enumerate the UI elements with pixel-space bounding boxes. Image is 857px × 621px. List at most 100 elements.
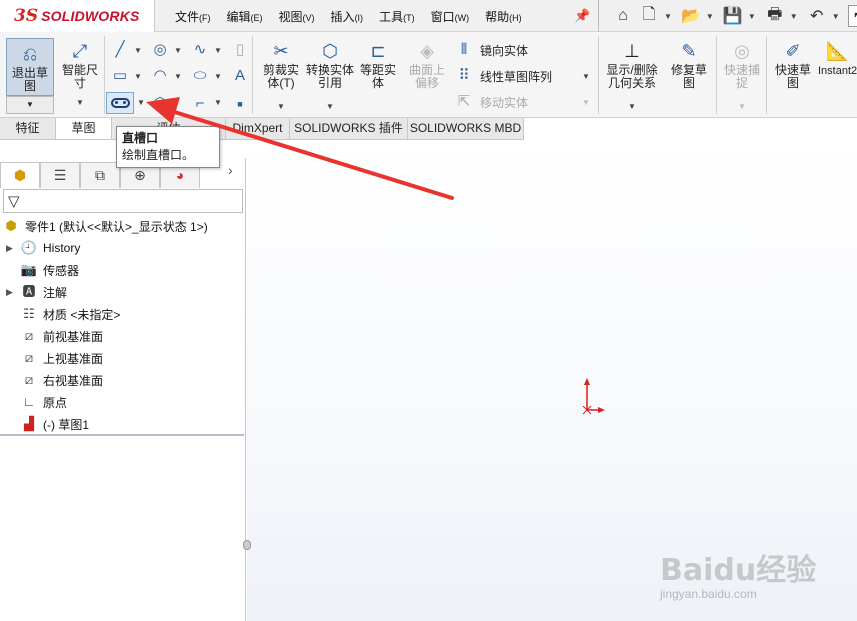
- tree-item-history[interactable]: ▶ 🕘 History: [6, 238, 80, 258]
- home-icon[interactable]: ⌂: [612, 5, 634, 27]
- tab-dimxpert[interactable]: DimXpert: [226, 118, 290, 139]
- instant2d-icon: 📐: [826, 41, 849, 61]
- ribbon-separator: [766, 36, 767, 114]
- chevron-down-icon[interactable]: ▼: [628, 102, 636, 111]
- tab-solidworks-mbd[interactable]: SOLIDWORKS MBD: [408, 118, 524, 139]
- baidu-watermark: Baidu经验 jingyan.baidu.com: [660, 535, 850, 605]
- display-delete-relations-button[interactable]: ⊥ 显示/删除几何关系: [602, 40, 662, 90]
- rapid-sketch-button[interactable]: ✐ 快速草图: [770, 40, 816, 90]
- chevron-down-icon[interactable]: ▼: [664, 12, 672, 21]
- tree-item-origin[interactable]: ∟ 原点: [20, 392, 67, 412]
- tree-item-right-plane[interactable]: ⧄ 右视基准面: [20, 370, 103, 390]
- tree-item-material[interactable]: ☷ 材质 <未指定>: [20, 304, 120, 324]
- instant2d-button[interactable]: 📐 Instant2D: [818, 40, 857, 78]
- menu-file[interactable]: 文件(F): [175, 8, 211, 25]
- tree-item-sketch1[interactable]: ▟ (-) 草图1: [20, 414, 89, 434]
- tab-sketch[interactable]: 草图: [56, 118, 112, 139]
- chevron-down-icon[interactable]: ▼: [706, 12, 714, 21]
- chevron-down-icon[interactable]: ▼: [214, 72, 222, 81]
- chevron-down-icon[interactable]: ▼: [214, 98, 222, 107]
- new-document-icon[interactable]: 🗋: [638, 5, 660, 27]
- chevron-down-icon[interactable]: ▼: [174, 72, 182, 81]
- title-bar: 3S SOLIDWORKS 文件(F) 编辑(E) 视图(V) 插入(I) 工具…: [0, 0, 857, 32]
- straight-slot-button[interactable]: [106, 92, 134, 114]
- annotation-icon: 🅰: [22, 284, 36, 299]
- tab-features[interactable]: 特征: [0, 118, 56, 139]
- point-icon[interactable]: ■: [230, 94, 250, 114]
- chevron-down-icon[interactable]: ▼: [277, 102, 285, 111]
- linear-pattern-button[interactable]: 线性草图阵列: [480, 68, 552, 85]
- fillet-icon[interactable]: ⌐: [190, 94, 210, 114]
- configuration-icon: ⧉: [95, 167, 105, 183]
- chevron-down-icon: ▼: [582, 98, 590, 107]
- repair-sketch-icon: ✎: [681, 41, 697, 61]
- move-entities-button: 移动实体: [480, 96, 529, 110]
- tooltip-straight-slot: 直槽口 绘制直槽口。: [116, 126, 220, 168]
- chevron-down-icon[interactable]: ▼: [748, 12, 756, 21]
- quick-snap-label: 快速捕捉: [723, 63, 760, 90]
- exit-sketch-button[interactable]: ⎌ 退出草图: [6, 38, 54, 96]
- chevron-down-icon[interactable]: ▼: [137, 98, 145, 107]
- convert-entities-button[interactable]: ⬡ 转换实体引用: [306, 40, 354, 90]
- linear-pattern-icon[interactable]: ⠿: [454, 66, 474, 86]
- trim-entities-button[interactable]: ✂ 剪裁实体(T): [258, 40, 304, 90]
- tree-item-label: 上视基准面: [43, 351, 104, 366]
- chevron-right-icon[interactable]: ›: [228, 162, 233, 178]
- polygon-icon[interactable]: ⬡: [150, 94, 170, 114]
- tree-item-front-plane[interactable]: ⧄ 前视基准面: [20, 326, 103, 346]
- print-icon[interactable]: 🖶: [764, 5, 786, 27]
- chevron-down-icon[interactable]: ▼: [582, 72, 590, 81]
- open-folder-icon[interactable]: 📂: [680, 5, 702, 27]
- ribbon-separator: [104, 36, 105, 114]
- app-logo[interactable]: 3S SOLIDWORKS: [0, 0, 155, 32]
- exit-sketch-dropdown[interactable]: ▼: [6, 96, 54, 114]
- arc-icon[interactable]: ◠: [150, 66, 170, 86]
- menu-help[interactable]: 帮助(H): [485, 8, 522, 25]
- convert-icon: ⬡: [322, 41, 338, 61]
- property-manager-tab[interactable]: ☰: [40, 162, 80, 188]
- text-icon[interactable]: A: [230, 66, 250, 86]
- chevron-down-icon[interactable]: ▼: [790, 12, 798, 21]
- panel-collapse-handle[interactable]: [243, 540, 251, 550]
- expand-arrow-icon[interactable]: ▶: [6, 243, 16, 254]
- menu-insert[interactable]: 插入(I): [331, 8, 364, 25]
- menu-view[interactable]: 视图(V): [279, 8, 315, 25]
- expand-arrow-icon[interactable]: ▶: [6, 287, 16, 298]
- repair-sketch-button[interactable]: ✎ 修复草图: [666, 40, 712, 90]
- tree-item-annotations[interactable]: ▶ 🅰 注解: [6, 282, 67, 302]
- circle-icon[interactable]: ◎: [150, 40, 170, 60]
- menu-edit[interactable]: 编辑(E): [227, 8, 263, 25]
- sensor-icon: 📷: [20, 262, 38, 277]
- chevron-down-icon[interactable]: ▼: [174, 46, 182, 55]
- mirror-icon[interactable]: ⫴: [454, 40, 474, 60]
- offset-entities-button[interactable]: ⊏ 等距实体: [356, 40, 400, 90]
- tree-root-part[interactable]: ⬢ 零件1 (默认<<默认>_显示状态 1>): [2, 216, 207, 236]
- line-icon[interactable]: ╱: [110, 40, 130, 60]
- save-icon[interactable]: 💾: [722, 5, 744, 27]
- chevron-down-icon[interactable]: ▼: [134, 46, 142, 55]
- tab-solidworks-addins[interactable]: SOLIDWORKS 插件: [290, 118, 408, 139]
- chevron-down-icon[interactable]: ▼: [214, 46, 222, 55]
- tree-rollback-bar[interactable]: [0, 434, 244, 436]
- tree-filter-input[interactable]: ▽: [3, 189, 243, 213]
- chevron-down-icon[interactable]: ▼: [832, 12, 840, 21]
- ribbon-separator: [598, 36, 599, 114]
- mirror-entities-button[interactable]: 镜向实体: [480, 42, 528, 59]
- chevron-down-icon[interactable]: ▼: [326, 102, 334, 111]
- chevron-down-icon[interactable]: ▼: [76, 98, 84, 107]
- slot-icon: [111, 98, 130, 108]
- chevron-down-icon[interactable]: ▼: [134, 72, 142, 81]
- feature-manager-tab[interactable]: ⬢: [0, 162, 40, 188]
- smart-dimension-button[interactable]: ⤢ 智能尺寸: [58, 40, 102, 90]
- pin-icon[interactable]: 📌: [574, 8, 590, 23]
- rectangle-icon[interactable]: ▭: [110, 66, 130, 86]
- undo-icon[interactable]: ↶: [806, 5, 828, 27]
- configuration-manager-tab[interactable]: ⧉: [80, 162, 120, 188]
- select-cursor-icon[interactable]: ↖: [847, 5, 857, 27]
- ellipse-icon[interactable]: ⬭: [190, 66, 210, 86]
- menu-window[interactable]: 窗口(W): [431, 8, 470, 25]
- tree-item-top-plane[interactable]: ⧄ 上视基准面: [20, 348, 103, 368]
- spline-icon[interactable]: ∿: [190, 40, 210, 60]
- tree-item-sensors[interactable]: 📷 传感器: [20, 260, 79, 280]
- menu-tools[interactable]: 工具(T): [379, 8, 415, 25]
